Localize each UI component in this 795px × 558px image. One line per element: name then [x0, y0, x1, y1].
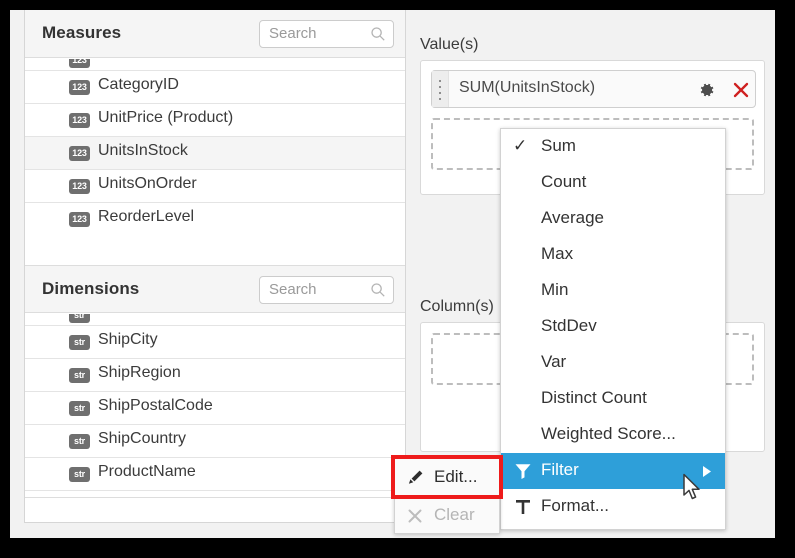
funnel-icon — [515, 464, 531, 479]
menu-item-label: Format... — [541, 496, 610, 515]
menu-item-label: Count — [541, 172, 587, 191]
context-menu-item-label: Clear — [434, 505, 475, 524]
menu-item-label: Filter — [541, 460, 579, 479]
string-type-icon: str — [69, 434, 90, 449]
measures-search-input[interactable]: Search — [259, 20, 394, 48]
menu-item-distinct-count[interactable]: Distinct Count — [501, 381, 725, 417]
dimension-field-row[interactable]: str ShipCountry — [25, 425, 405, 458]
menu-item-label: Average — [541, 208, 605, 227]
measure-field-row[interactable]: 123 UnitsInStock — [25, 137, 405, 170]
dimension-field-label: ShipCountry — [98, 430, 187, 447]
measures-title: Measures — [42, 23, 122, 42]
measures-header: Measures Search — [25, 10, 405, 58]
measure-field-label: UnitPrice (Product) — [98, 109, 234, 126]
measure-field-row[interactable]: 123 — [25, 59, 405, 71]
dimension-field-label: ShipCity — [98, 331, 158, 348]
context-menu-item-edit[interactable]: Edit... — [395, 459, 499, 497]
mouse-cursor — [683, 473, 700, 500]
measure-field-label: CategoryID — [98, 76, 179, 93]
value-chip-sum-unitsinstock[interactable]: SUM(UnitsInStock) — [431, 70, 756, 108]
menu-item-count[interactable]: Count — [501, 165, 725, 201]
screenshot-root: Measures Search 123 123 CategoryID 123 UnitP… — [0, 0, 795, 558]
measure-field-row[interactable]: 123 ReorderLevel — [25, 203, 405, 234]
dimension-field-label: ShipPostalCode — [98, 397, 213, 414]
string-type-icon: str — [69, 467, 90, 482]
dimension-field-label: ShipRegion — [98, 364, 181, 381]
dimensions-search-placeholder: Search — [269, 281, 317, 298]
menu-item-label: Sum — [541, 136, 576, 155]
dimensions-title: Dimensions — [42, 279, 140, 298]
menu-item-label: Min — [541, 280, 569, 299]
dimension-field-row[interactable]: str ShipCity — [25, 326, 405, 359]
menu-item-stddev[interactable]: StdDev — [501, 309, 725, 345]
measure-field-row[interactable]: 123 UnitPrice (Product) — [25, 104, 405, 137]
search-icon — [371, 27, 385, 41]
pencil-icon — [408, 470, 423, 484]
numeric-type-icon: 123 — [69, 146, 90, 161]
string-type-icon: str — [69, 401, 90, 416]
context-menu-item-clear: Clear — [395, 497, 499, 535]
measures-search-placeholder: Search — [269, 25, 317, 42]
dimensions-field-list[interactable]: str str ShipCity str ShipRegion str ShipPostal… — [25, 314, 405, 492]
menu-item-average[interactable]: Average — [501, 201, 725, 237]
drag-handle-icon[interactable] — [432, 71, 449, 107]
pivot-field-configuration-window: Measures Search 123 123 CategoryID 123 UnitP… — [10, 10, 775, 538]
columns-zone-label: Column(s) — [420, 298, 494, 315]
string-type-icon: str — [69, 335, 90, 350]
values-zone-label: Value(s) — [420, 36, 479, 53]
dimension-field-label: ProductName — [98, 463, 196, 480]
measure-field-label: UnitsInStock — [98, 142, 188, 159]
menu-item-label: Distinct Count — [541, 388, 647, 407]
value-chip-label: SUM(UnitsInStock) — [459, 79, 596, 96]
menu-item-min[interactable]: Min — [501, 273, 725, 309]
aggregation-dropdown-menu[interactable]: ✓ Sum Count Average Max Min StdDev Var Distinct … — [500, 128, 726, 530]
menu-item-var[interactable]: Var — [501, 345, 725, 381]
numeric-type-icon: 123 — [69, 80, 90, 95]
numeric-type-icon: 123 — [69, 212, 90, 227]
panel-divider — [25, 497, 405, 498]
numeric-type-icon: 123 — [69, 113, 90, 128]
menu-item-label: Var — [541, 352, 567, 371]
menu-item-label: Weighted Score... — [541, 424, 676, 443]
menu-item-label: Max — [541, 244, 574, 263]
dimension-field-row[interactable]: str ShipRegion — [25, 359, 405, 392]
close-icon — [408, 509, 422, 523]
dimension-field-row[interactable]: str — [25, 314, 405, 326]
measure-field-label: ReorderLevel — [98, 208, 195, 225]
numeric-type-icon: 123 — [69, 179, 90, 194]
field-list-panel: Measures Search 123 123 CategoryID 123 UnitP… — [24, 10, 406, 523]
menu-item-label: StdDev — [541, 316, 597, 335]
measure-field-label: UnitsOnOrder — [98, 175, 197, 192]
dimension-field-row[interactable]: str ShipPostalCode — [25, 392, 405, 425]
measure-field-row[interactable]: 123 CategoryID — [25, 71, 405, 104]
context-menu-item-label: Edit... — [434, 467, 478, 486]
measure-field-row[interactable]: 123 UnitsOnOrder — [25, 170, 405, 203]
text-format-icon — [516, 500, 530, 514]
close-icon[interactable] — [730, 79, 752, 101]
dimensions-header: Dimensions Search — [25, 265, 405, 313]
dimension-field-row[interactable]: str ProductName — [25, 458, 405, 491]
chevron-right-icon — [703, 466, 711, 477]
check-icon: ✓ — [513, 136, 528, 155]
menu-item-max[interactable]: Max — [501, 237, 725, 273]
dimensions-search-input[interactable]: Search — [259, 276, 394, 304]
numeric-type-icon: 123 — [69, 59, 90, 68]
menu-item-weighted-score[interactable]: Weighted Score... — [501, 417, 725, 453]
string-type-icon: str — [69, 314, 90, 323]
menu-item-sum[interactable]: ✓ Sum — [501, 129, 725, 165]
search-icon — [371, 283, 385, 297]
edit-clear-context-menu[interactable]: Edit... Clear — [394, 458, 500, 534]
measures-field-list[interactable]: 123 123 CategoryID 123 UnitPrice (Product) 12… — [25, 59, 405, 234]
string-type-icon: str — [69, 368, 90, 383]
gear-icon[interactable] — [698, 81, 716, 99]
